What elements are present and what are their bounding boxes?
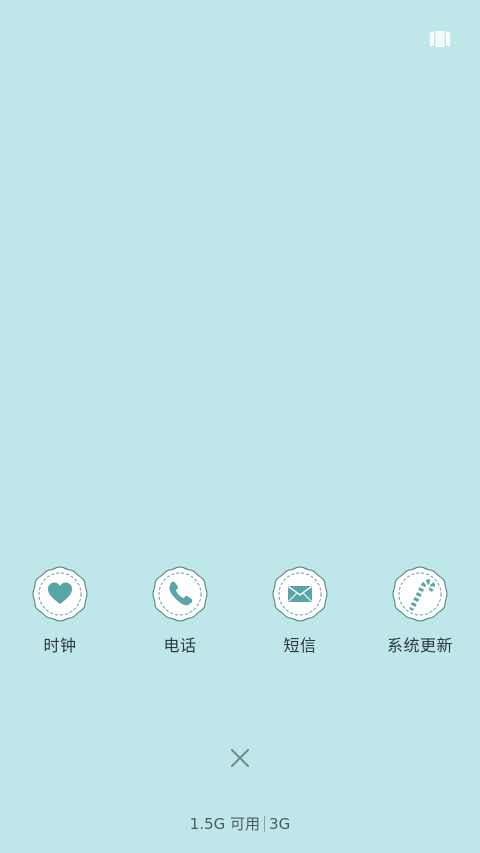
recent-apps-grid-icon[interactable]	[430, 31, 450, 47]
network-type: 3G	[269, 815, 291, 833]
app-system-update[interactable]: 系统更新	[360, 564, 480, 656]
app-phone[interactable]: 电话	[120, 564, 240, 656]
divider	[264, 816, 266, 832]
app-label-messages: 短信	[283, 636, 317, 655]
envelope-icon	[272, 566, 328, 622]
memory-available: 1.5G 可用	[189, 815, 261, 833]
phone-icon	[152, 566, 208, 622]
app-label-clock: 时钟	[43, 636, 77, 655]
app-label-phone: 电话	[163, 636, 197, 655]
heart-icon	[32, 566, 88, 622]
app-shortcuts: 时钟 电话 短信 系统更新	[0, 564, 480, 664]
app-label-system-update: 系统更新	[386, 636, 453, 655]
candy-cane-icon	[392, 566, 448, 622]
app-messages[interactable]: 短信	[240, 564, 360, 656]
memory-status: 1.5G 可用 3G	[0, 814, 480, 834]
app-clock[interactable]: 时钟	[0, 564, 120, 656]
close-icon[interactable]	[228, 746, 252, 770]
